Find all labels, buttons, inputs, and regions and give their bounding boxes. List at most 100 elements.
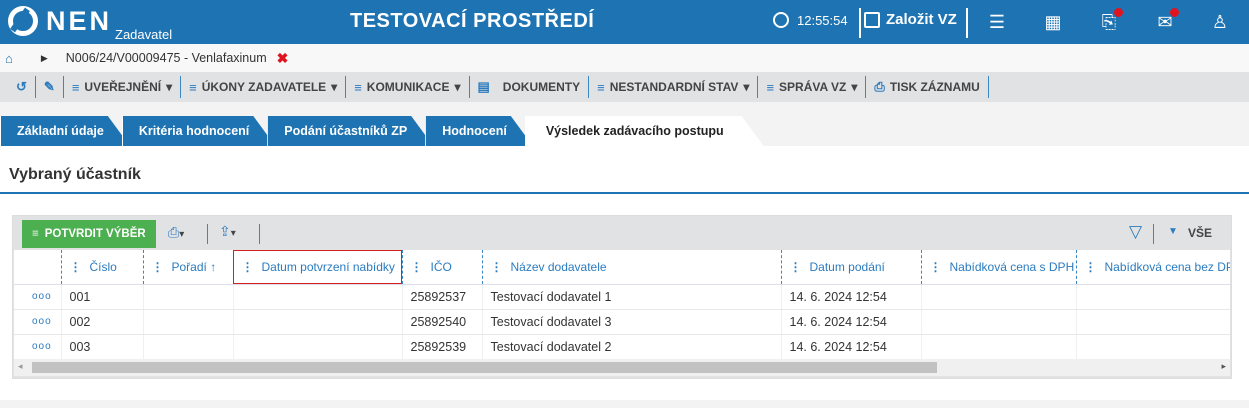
calendar-icon[interactable]: ▦ <box>1043 12 1063 32</box>
column-label: Datum potvrzení nabídky <box>261 259 395 274</box>
scroll-right-icon[interactable]: ▸ <box>1221 361 1226 372</box>
column-menu-icon[interactable]: ⋮ <box>242 260 254 274</box>
column-header[interactable]: ⋮ IČO <box>401 250 482 285</box>
filter-selector[interactable]: VŠE <box>1188 226 1212 240</box>
row-menu-icon[interactable]: ooo <box>14 284 61 310</box>
column-label: Číslo <box>89 259 117 274</box>
caret-down-icon[interactable]: ▼ <box>1168 226 1178 237</box>
column-header[interactable]: ⋮ Nabídková cena s DPH <box>920 250 1076 285</box>
horizontal-scrollbar[interactable]: ◂ ▸ <box>14 359 1230 376</box>
column-label: Datum podání <box>809 259 885 274</box>
column-menu-icon[interactable]: ⋮ <box>491 260 503 274</box>
toolbar-nestandardni-stav[interactable]: ≡ NESTANDARDNÍ STAV ▾ <box>589 76 759 98</box>
column-label: Nabídková cena bez DPH <box>1104 259 1231 274</box>
export-menu-button[interactable]: ⇪▾ <box>219 223 236 240</box>
tab-zakladni-udaje[interactable]: Základní údaje <box>0 116 130 146</box>
table-cell: Testovací dodavatel 2 <box>481 334 781 360</box>
table-row[interactable]: ooo 002 25892540 Testovací dodavatel 3 14. 6… <box>14 309 1230 335</box>
table-cell <box>1075 284 1230 310</box>
participants-grid: ≡ POTVRDIT VÝBĚR ⎙▾ ⇪▾ ▽ ▼ VŠE ⋮ Číslo ⋮ Poř… <box>12 215 1232 379</box>
print-menu-button[interactable]: ⎙▾ <box>168 224 184 241</box>
column-menu-icon[interactable]: ⋮ <box>70 260 82 274</box>
edit-button[interactable]: ✎ <box>36 76 64 98</box>
inbox-download-icon[interactable]: ⎘ <box>1099 8 1123 32</box>
row-menu-icon[interactable]: ooo <box>14 309 61 335</box>
table-row[interactable]: ooo 001 25892537 Testovací dodavatel 1 14. 6… <box>14 284 1230 310</box>
tab-vysledek[interactable]: Výsledek zadávacího postupu <box>525 116 764 146</box>
tab-podani-ucastniku[interactable]: Podání účastníků ZP <box>267 116 433 146</box>
table-cell: Testovací dodavatel 1 <box>481 284 781 310</box>
column-label: Nabídková cena s DPH <box>949 259 1075 274</box>
toolbar-tisk-zaznamu[interactable]: ⎙ TISK ZÁZNAMU <box>866 76 989 98</box>
toolbar-uverejneni[interactable]: ≡ UVEŘEJNĚNÍ ▾ <box>64 76 182 98</box>
table-cell <box>142 284 233 310</box>
column-header[interactable]: ⋮ Název dodavatele <box>481 250 781 285</box>
home-icon[interactable]: ⌂ <box>5 51 13 66</box>
create-vz-button[interactable]: Založit VZ <box>864 11 957 28</box>
column-menu-icon[interactable]: ⋮ <box>1085 260 1097 274</box>
nen-logo[interactable]: NEN Zadavatel <box>8 6 172 42</box>
confirm-selection-button[interactable]: ≡ POTVRDIT VÝBĚR <box>22 220 156 248</box>
table-cell: 25892540 <box>401 309 482 335</box>
confirm-label: POTVRDIT VÝBĚR <box>44 228 146 240</box>
column-label: Pořadí ↑ <box>171 259 217 274</box>
caret-down-icon: ▾ <box>743 80 750 94</box>
column-header[interactable]: ⋮ Datum podání <box>780 250 921 285</box>
row-menu-icon[interactable]: ooo <box>14 334 61 360</box>
divider <box>966 8 968 38</box>
session-clock: 12:55:54 <box>773 12 848 28</box>
column-menu-icon[interactable]: ⋮ <box>411 260 423 274</box>
action-toolbar: ↺ ✎ ≡ UVEŘEJNĚNÍ ▾ ≡ ÚKONY ZADAVATELE ▾ ≡ KOM… <box>0 72 1249 102</box>
column-header[interactable]: ⋮ Datum potvrzení nabídky <box>232 250 402 285</box>
toolbar-label: ÚKONY ZADAVATELE <box>201 80 327 94</box>
section-divider <box>0 192 1249 194</box>
close-icon[interactable]: ✖ <box>277 50 289 67</box>
table-cell <box>1075 309 1230 335</box>
column-menu-icon[interactable]: ⋮ <box>790 260 802 274</box>
logo-ring-icon <box>8 6 38 36</box>
divider <box>1153 224 1154 244</box>
column-label: IČO <box>430 259 452 274</box>
table-cell: 14. 6. 2024 12:54 <box>780 284 921 310</box>
caret-down-icon: ▾ <box>851 80 858 94</box>
scroll-left-icon[interactable]: ◂ <box>18 361 23 372</box>
toolbar-ukony-zadavatele[interactable]: ≡ ÚKONY ZADAVATELE ▾ <box>181 76 347 98</box>
table-cell: 25892539 <box>401 334 482 360</box>
clock-time: 12:55:54 <box>797 12 848 28</box>
user-icon[interactable]: ♙ <box>1210 12 1230 32</box>
grid-toolbar: ≡ POTVRDIT VÝBĚR ⎙▾ ⇪▾ ▽ ▼ VŠE <box>13 216 1231 250</box>
column-header[interactable]: ⋮ Nabídková cena bez DPH <box>1075 250 1231 285</box>
tab-bar: Základní údaje Kritéria hodnocení Podání… <box>0 116 756 146</box>
table-row[interactable]: ooo 003 25892539 Testovací dodavatel 2 14. 6… <box>14 334 1230 360</box>
tab-kriteria-hodnoceni[interactable]: Kritéria hodnocení <box>122 116 275 146</box>
column-menu-icon[interactable]: ⋮ <box>152 260 164 274</box>
table-cell: 001 <box>60 284 143 310</box>
column-header[interactable]: ⋮ Číslo <box>60 250 143 285</box>
table-cell <box>142 309 233 335</box>
scrollbar-thumb[interactable] <box>32 362 937 373</box>
document-icon: ▤ <box>477 79 490 94</box>
notification-badge <box>1114 8 1123 17</box>
divider <box>259 224 260 244</box>
toolbar-dokumenty[interactable]: ▤ DOKUMENTY <box>470 76 590 98</box>
refresh-button[interactable]: ↺ <box>8 76 36 98</box>
table-cell: Testovací dodavatel 3 <box>481 309 781 335</box>
column-label: Název dodavatele <box>510 259 607 274</box>
table-cell <box>920 334 1076 360</box>
toolbar-sprava-vz[interactable]: ≡ SPRÁVA VZ ▾ <box>758 76 867 98</box>
caret-down-icon: ▾ <box>166 80 173 94</box>
mail-icon[interactable]: ✉ <box>1155 8 1179 32</box>
toolbar-komunikace[interactable]: ≡ KOMUNIKACE ▾ <box>346 76 470 98</box>
menu-icon[interactable]: ☰ <box>987 12 1007 32</box>
column-header[interactable]: ⋮ Pořadí ↑ <box>142 250 233 285</box>
breadcrumb-item[interactable]: N006/24/V00009475 - Venlafaxinum <box>66 51 267 65</box>
workflow-icon: ≡ <box>32 228 39 240</box>
table-cell: 25892537 <box>401 284 482 310</box>
table-cell <box>920 284 1076 310</box>
table-cell <box>142 334 233 360</box>
column-menu-icon[interactable]: ⋮ <box>930 260 942 274</box>
environment-title: TESTOVACÍ PROSTŘEDÍ <box>350 10 595 32</box>
filter-icon[interactable]: ▽ <box>1129 222 1142 242</box>
tab-hodnoceni[interactable]: Hodnocení <box>425 116 533 146</box>
edit-icon <box>864 11 880 28</box>
